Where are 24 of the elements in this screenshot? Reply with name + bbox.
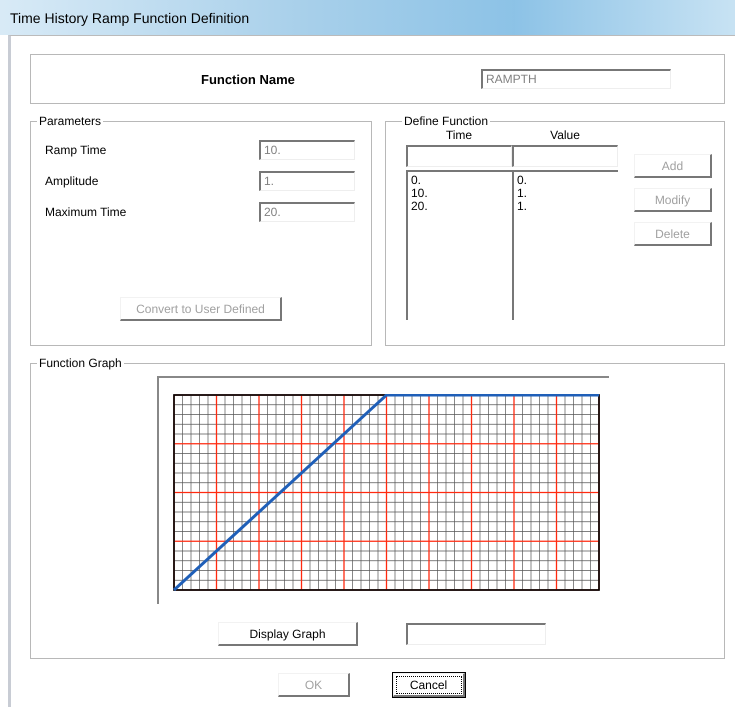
field-label: Function Name xyxy=(201,72,296,86)
value-list[interactable]: 0. 10. 20. xyxy=(406,170,512,320)
list-item[interactable]: 1. xyxy=(516,187,527,200)
input-field[interactable] xyxy=(406,145,512,167)
function-name-field[interactable]: RAMPTH xyxy=(481,69,671,89)
list-item[interactable]: 20. xyxy=(410,200,428,213)
list-item[interactable]: 10. xyxy=(410,187,428,200)
field-label: Maximum Time xyxy=(45,204,126,218)
window-title: Time History Ramp Function Definition xyxy=(10,10,250,26)
group-title: Function Graph xyxy=(38,356,123,370)
column-heading: Value xyxy=(550,128,580,142)
display-graph-button[interactable]: Display Graph xyxy=(218,622,358,646)
field-label: Amplitude xyxy=(45,174,98,188)
group-title: Parameters xyxy=(38,114,102,128)
list-item[interactable]: 0. xyxy=(410,174,421,187)
dialog-button[interactable]: Cancel xyxy=(393,673,465,697)
input-field[interactable] xyxy=(512,145,618,167)
list-item[interactable]: 1. xyxy=(516,200,527,213)
column-heading: Time xyxy=(446,128,472,142)
group-title: Define Function xyxy=(402,114,490,128)
output-field[interactable] xyxy=(406,623,546,645)
list-item[interactable]: 0. xyxy=(516,174,527,187)
value-list[interactable]: 0. 1. 1. xyxy=(512,170,618,320)
field-label: Ramp Time xyxy=(45,142,106,156)
